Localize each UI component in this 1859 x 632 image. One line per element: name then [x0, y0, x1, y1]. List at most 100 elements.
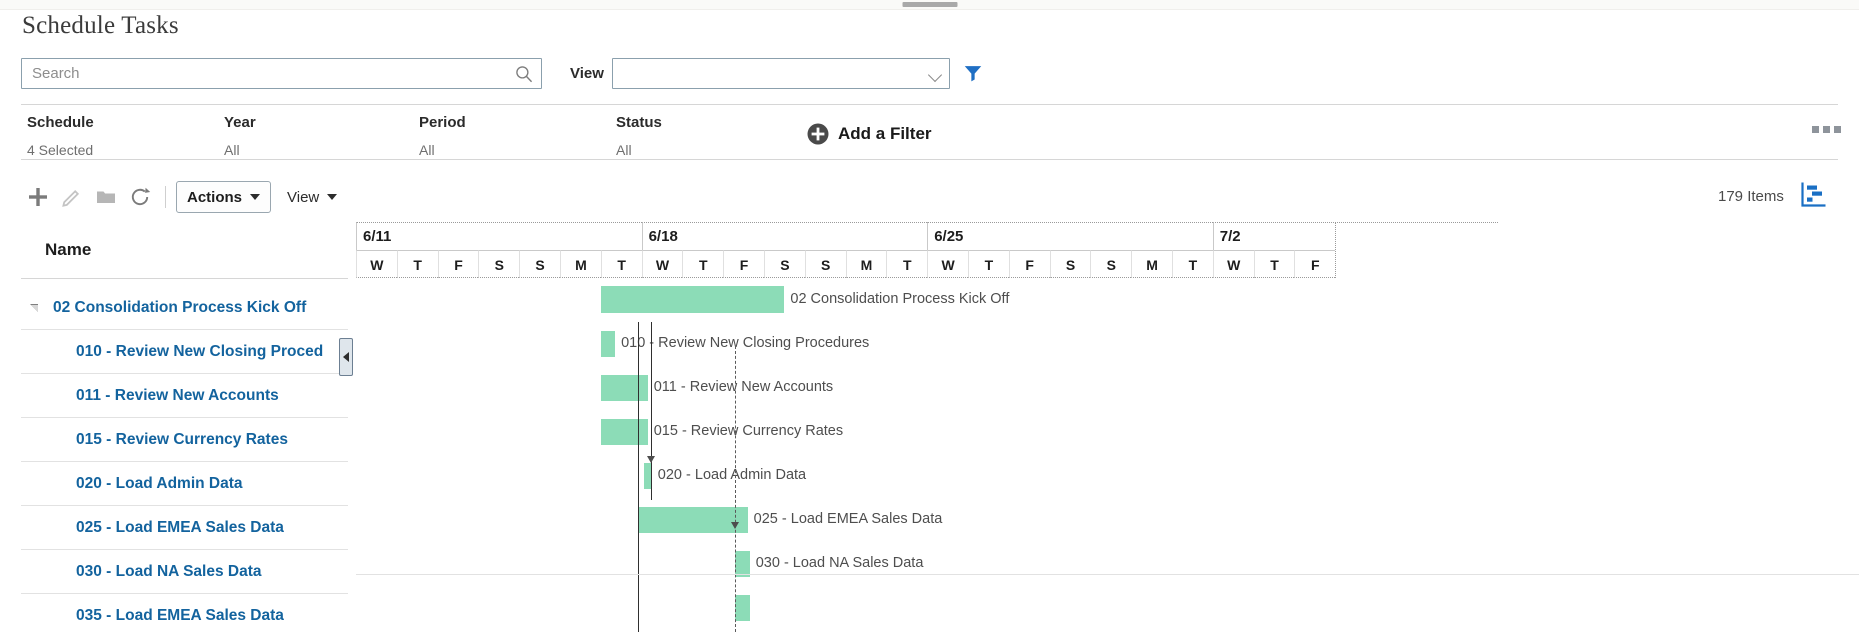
- filter-status[interactable]: Status All: [616, 114, 662, 158]
- gantt-day-label: S: [805, 250, 846, 278]
- task-name-link[interactable]: 035 - Load EMEA Sales Data: [21, 607, 284, 625]
- gantt-week-label: 6/25: [927, 222, 1213, 250]
- chevron-left-icon: [343, 352, 349, 362]
- table-row[interactable]: 010 - Review New Closing Proced: [21, 330, 348, 374]
- actions-button-label: Actions: [187, 189, 242, 206]
- actions-button[interactable]: Actions: [176, 181, 271, 213]
- filter-period-value[interactable]: All: [419, 142, 466, 158]
- gantt-day-label: W: [927, 250, 968, 278]
- gantt-day-label: S: [519, 250, 560, 278]
- task-name-link[interactable]: 010 - Review New Closing Proced: [21, 343, 323, 361]
- search-box[interactable]: [21, 58, 542, 89]
- gantt-day-label: W: [356, 250, 397, 278]
- filter-status-header: Status: [616, 114, 662, 132]
- plus-circle-icon: [806, 122, 830, 146]
- table-row[interactable]: 015 - Review Currency Rates: [21, 418, 348, 462]
- schedule-tasks-page: Schedule Tasks View Schedule 4 Selected …: [0, 0, 1859, 632]
- gantt-bottom-divider: [356, 574, 1859, 575]
- task-name-link[interactable]: 02 Consolidation Process Kick Off: [21, 299, 306, 317]
- gantt-bar-label: 030 - Load NA Sales Data: [756, 555, 924, 571]
- gantt-split-area: Name 02 Consolidation Process Kick Off 0…: [0, 222, 1859, 632]
- refresh-icon[interactable]: [123, 180, 157, 214]
- gantt-bar-label: 011 - Review New Accounts: [654, 379, 833, 395]
- gantt-bar[interactable]: [735, 595, 749, 621]
- gantt-row: 02 Consolidation Process Kick Off: [356, 278, 1859, 322]
- search-icon[interactable]: [515, 65, 533, 83]
- gantt-bar-label: 015 - Review Currency Rates: [654, 423, 843, 439]
- gantt-day-label: M: [1131, 250, 1172, 278]
- filter-status-value[interactable]: All: [616, 142, 662, 158]
- window-top-strip: [0, 0, 1859, 10]
- search-input[interactable]: [22, 59, 541, 88]
- task-name-link[interactable]: 011 - Review New Accounts: [21, 387, 279, 405]
- gantt-week-label: 7/2: [1213, 222, 1499, 250]
- gantt-row: 015 - Review Currency Rates: [356, 410, 1859, 454]
- gantt-day-label: S: [1050, 250, 1091, 278]
- table-row[interactable]: 035 - Load EMEA Sales Data: [21, 594, 348, 632]
- gantt-day-label: M: [560, 250, 601, 278]
- folder-icon[interactable]: [89, 180, 123, 214]
- chevron-down-icon[interactable]: [928, 68, 942, 82]
- window-drag-handle[interactable]: [902, 2, 957, 7]
- edit-pencil-icon: [55, 180, 89, 214]
- gantt-bar[interactable]: [601, 419, 648, 445]
- filter-bar: Schedule 4 Selected Year All Period All …: [21, 104, 1838, 160]
- gantt-day-label: T: [682, 250, 723, 278]
- gantt-bar[interactable]: [601, 286, 785, 313]
- overflow-ellipsis-menu[interactable]: [1812, 126, 1841, 133]
- view-menu-button[interactable]: View: [287, 189, 337, 206]
- gantt-chart-pane: 6/116/186/257/2 WTFSSMTWTFSSMTWTFSSMTWTF…: [356, 222, 1859, 632]
- gantt-row: 020 - Load Admin Data: [356, 454, 1859, 498]
- task-name-link[interactable]: 020 - Load Admin Data: [21, 475, 243, 493]
- task-name-link[interactable]: 015 - Review Currency Rates: [21, 431, 288, 449]
- gantt-dependency-line: [735, 346, 736, 632]
- table-row[interactable]: 020 - Load Admin Data: [21, 462, 348, 506]
- add-icon[interactable]: [21, 180, 55, 214]
- filter-year-header: Year: [224, 114, 256, 132]
- gantt-row: 025 - Load EMEA Sales Data: [356, 498, 1859, 542]
- task-name-link[interactable]: 030 - Load NA Sales Data: [21, 563, 262, 581]
- gantt-dependency-arrow: [647, 456, 655, 463]
- name-column-header-label: Name: [21, 240, 91, 260]
- gantt-day-label: F: [1294, 250, 1335, 278]
- table-toolbar: Actions View: [21, 175, 337, 219]
- toolbar-divider: [165, 186, 166, 208]
- table-row[interactable]: 025 - Load EMEA Sales Data: [21, 506, 348, 550]
- gantt-day-label: T: [886, 250, 927, 278]
- table-row[interactable]: 011 - Review New Accounts: [21, 374, 348, 418]
- table-row[interactable]: 030 - Load NA Sales Data: [21, 550, 348, 594]
- gantt-header-right-edge: [1335, 222, 1336, 278]
- pane-splitter-collapse[interactable]: [339, 338, 353, 376]
- gantt-day-label: T: [1172, 250, 1213, 278]
- gantt-day-label: W: [642, 250, 683, 278]
- gantt-dependency-arrow: [731, 522, 739, 529]
- filter-schedule[interactable]: Schedule 4 Selected: [27, 114, 94, 158]
- task-name-link[interactable]: 025 - Load EMEA Sales Data: [21, 519, 284, 537]
- filter-schedule-value[interactable]: 4 Selected: [27, 142, 94, 158]
- gantt-bar[interactable]: [601, 375, 648, 401]
- gantt-bar[interactable]: [638, 507, 748, 533]
- expand-collapse-icon[interactable]: [30, 304, 38, 312]
- gantt-bar-label: 020 - Load Admin Data: [658, 467, 806, 483]
- gantt-day-label: S: [478, 250, 519, 278]
- gantt-row: 030 - Load NA Sales Data: [356, 542, 1859, 586]
- filter-year[interactable]: Year All: [224, 114, 256, 158]
- gantt-chart-icon[interactable]: [1800, 180, 1828, 208]
- gantt-day-label: W: [1213, 250, 1254, 278]
- gantt-week-label: 6/11: [356, 222, 642, 250]
- funnel-filter-icon[interactable]: [962, 62, 984, 84]
- filter-period-header: Period: [419, 114, 466, 132]
- gantt-bars-area: 02 Consolidation Process Kick Off010 - R…: [356, 278, 1859, 632]
- gantt-bar[interactable]: [601, 331, 615, 357]
- gantt-dependency-line: [651, 322, 652, 500]
- gantt-row: 010 - Review New Closing Procedures: [356, 322, 1859, 366]
- name-column-header: Name: [21, 222, 348, 278]
- gantt-day-label: T: [968, 250, 1009, 278]
- gantt-bar-label: 025 - Load EMEA Sales Data: [754, 511, 943, 527]
- filter-period[interactable]: Period All: [419, 114, 466, 158]
- add-filter-button[interactable]: Add a Filter: [806, 122, 932, 146]
- gantt-row: 011 - Review New Accounts: [356, 366, 1859, 410]
- table-row[interactable]: 02 Consolidation Process Kick Off: [21, 286, 348, 330]
- filter-year-value[interactable]: All: [224, 142, 256, 158]
- view-selector-dropdown[interactable]: [612, 58, 950, 89]
